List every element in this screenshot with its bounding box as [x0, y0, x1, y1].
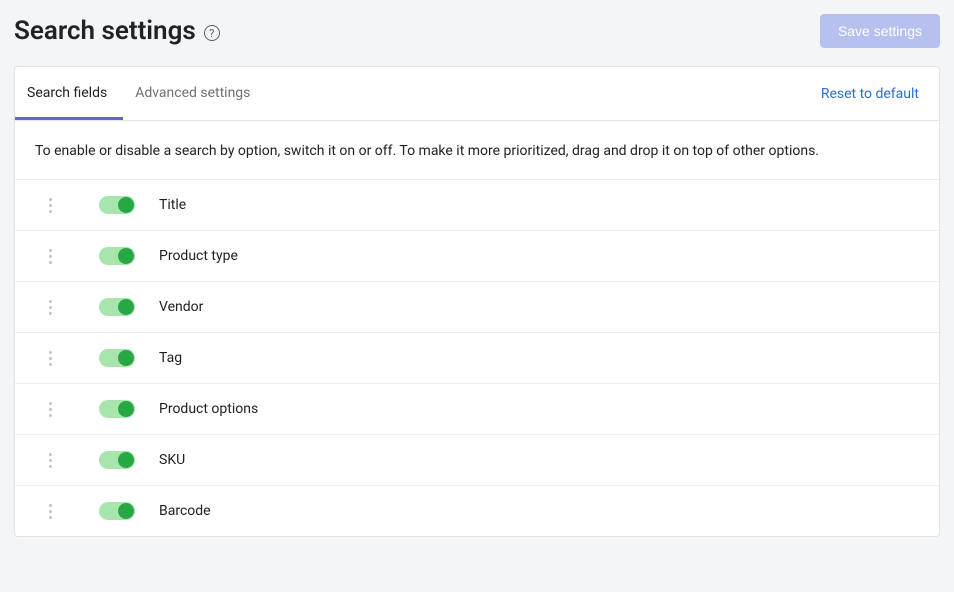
drag-handle-icon[interactable] — [45, 504, 55, 519]
field-row-vendor: Vendor — [15, 281, 939, 332]
field-label: SKU — [159, 452, 185, 468]
tab-advanced-settings[interactable]: Advanced settings — [123, 67, 266, 120]
toggle-barcode[interactable] — [99, 502, 135, 520]
save-settings-button[interactable]: Save settings — [820, 14, 940, 48]
page-title: Search settings — [14, 16, 196, 46]
field-label: Product type — [159, 248, 238, 264]
toggle-title[interactable] — [99, 196, 135, 214]
toggle-sku[interactable] — [99, 451, 135, 469]
drag-handle-icon[interactable] — [45, 351, 55, 366]
tabs: Search fields Advanced settings — [15, 67, 266, 120]
field-row-barcode: Barcode — [15, 485, 939, 536]
field-row-tag: Tag — [15, 332, 939, 383]
field-row-title: Title — [15, 179, 939, 230]
toggle-product-options[interactable] — [99, 400, 135, 418]
drag-handle-icon[interactable] — [45, 249, 55, 264]
drag-handle-icon[interactable] — [45, 300, 55, 315]
drag-handle-icon[interactable] — [45, 198, 55, 213]
field-row-product-type: Product type — [15, 230, 939, 281]
field-label: Title — [159, 197, 186, 213]
field-row-product-options: Product options — [15, 383, 939, 434]
toggle-product-type[interactable] — [99, 247, 135, 265]
drag-handle-icon[interactable] — [45, 453, 55, 468]
settings-card: Search fields Advanced settings Reset to… — [14, 66, 940, 537]
tab-search-fields[interactable]: Search fields — [15, 67, 123, 120]
field-label: Vendor — [159, 299, 203, 315]
field-label: Barcode — [159, 503, 211, 519]
toggle-vendor[interactable] — [99, 298, 135, 316]
field-row-sku: SKU — [15, 434, 939, 485]
field-list: Title Product type Vendor Tag Product op… — [15, 179, 939, 536]
help-icon[interactable]: ? — [204, 25, 220, 41]
reset-to-default-link[interactable]: Reset to default — [821, 86, 939, 102]
drag-handle-icon[interactable] — [45, 402, 55, 417]
toggle-tag[interactable] — [99, 349, 135, 367]
field-label: Product options — [159, 401, 258, 417]
description-text: To enable or disable a search by option,… — [15, 121, 939, 179]
field-label: Tag — [159, 350, 182, 366]
